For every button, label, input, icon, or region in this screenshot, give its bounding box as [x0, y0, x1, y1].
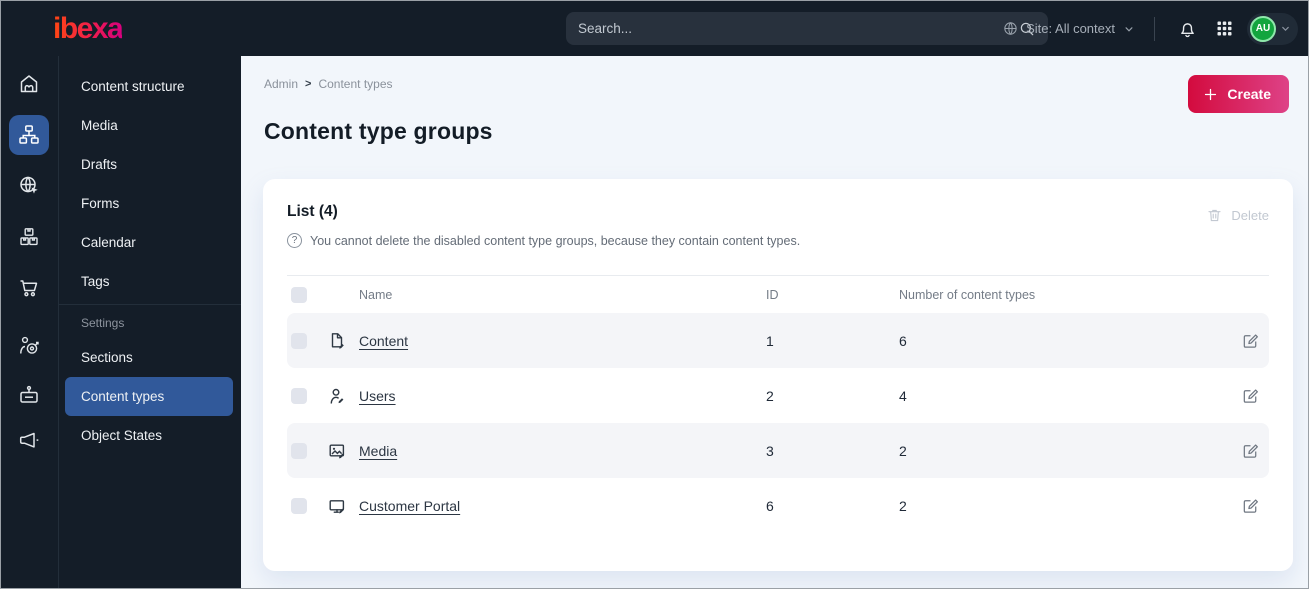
topbar-right-cluster: Site: All context AU	[1002, 1, 1298, 56]
group-id: 3	[766, 442, 774, 459]
site-context-selector[interactable]: Site: All context	[1002, 20, 1136, 37]
megaphone-icon[interactable]	[9, 421, 49, 461]
breadcrumb-admin[interactable]: Admin	[264, 77, 298, 91]
edit-row-button[interactable]	[1241, 441, 1261, 461]
global-search[interactable]	[566, 12, 1048, 45]
chevron-down-icon	[1122, 22, 1136, 36]
sidebar-item-content-types[interactable]: Content types	[65, 377, 233, 416]
sidebar-settings-label: Settings	[81, 316, 125, 330]
edit-row-button[interactable]	[1241, 386, 1261, 406]
group-id: 2	[766, 387, 774, 404]
breadcrumb-separator: >	[305, 78, 312, 90]
image-edit-icon	[327, 441, 347, 461]
content-type-groups-panel: List (4) Delete ? You cannot delete the …	[263, 179, 1293, 571]
product-boxes-icon[interactable]	[9, 217, 49, 257]
create-button[interactable]: Create	[1188, 75, 1289, 113]
group-id: 6	[766, 497, 774, 514]
row-checkbox[interactable]	[291, 332, 307, 349]
column-header-name: Name	[359, 287, 393, 302]
plus-icon	[1202, 86, 1219, 103]
app-window: ibexa Site: All context	[0, 0, 1309, 589]
table-row: Media 3 2	[287, 423, 1269, 478]
avatar: AU	[1250, 15, 1276, 42]
group-link-media[interactable]: Media	[359, 443, 397, 459]
search-input[interactable]	[578, 21, 1018, 36]
monitor-edit-icon	[327, 496, 347, 516]
site-globe-cursor-icon[interactable]	[9, 166, 49, 206]
sidebar-item-sections[interactable]: Sections	[59, 338, 241, 377]
app-grid-icon[interactable]	[1210, 15, 1238, 43]
group-link-customer-portal[interactable]: Customer Portal	[359, 498, 460, 514]
content-tree-icon[interactable]	[9, 115, 49, 155]
sidebar-item-object-states[interactable]: Object States	[59, 416, 241, 455]
row-checkbox[interactable]	[291, 387, 307, 404]
icon-rail	[1, 56, 58, 588]
notifications-bell-icon[interactable]	[1173, 15, 1201, 43]
group-count: 4	[899, 387, 907, 404]
list-heading: List (4)	[287, 203, 338, 220]
sidebar-menu: Content structure Media Drafts Forms Cal…	[58, 56, 241, 588]
site-selector-label: Site: All context	[1026, 21, 1115, 36]
sidebar-item-content-structure[interactable]: Content structure	[59, 67, 241, 106]
help-circle-icon: ?	[287, 233, 302, 248]
group-link-users[interactable]: Users	[359, 388, 396, 404]
sidebar-item-tags[interactable]: Tags	[59, 262, 241, 301]
topbar-divider	[1154, 16, 1155, 41]
sidebar-divider	[59, 304, 241, 305]
delete-button[interactable]: Delete	[1206, 207, 1269, 224]
group-count: 6	[899, 332, 907, 349]
top-bar: ibexa Site: All context	[1, 1, 1308, 56]
group-count: 2	[899, 442, 907, 459]
column-header-count: Number of content types	[899, 287, 1036, 302]
table-row: Customer Portal 6 2	[287, 478, 1269, 533]
breadcrumb: Admin > Content types	[264, 77, 393, 91]
user-menu[interactable]: AU	[1247, 12, 1298, 45]
pinboard-icon[interactable]	[9, 375, 49, 415]
personalization-target-icon[interactable]	[9, 326, 49, 366]
trash-icon	[1206, 207, 1223, 224]
info-text: You cannot delete the disabled content t…	[310, 233, 801, 248]
chevron-down-icon	[1279, 22, 1292, 35]
group-count: 2	[899, 497, 907, 514]
table-row: Content 1 6	[287, 313, 1269, 368]
content-type-groups-table: Name ID Number of content types Content …	[287, 275, 1269, 533]
row-checkbox[interactable]	[291, 497, 307, 514]
sidebar-item-forms[interactable]: Forms	[59, 184, 241, 223]
edit-row-button[interactable]	[1241, 496, 1261, 516]
shopping-cart-icon[interactable]	[9, 268, 49, 308]
column-header-id: ID	[766, 287, 779, 302]
table-header-row: Name ID Number of content types	[287, 275, 1269, 313]
row-checkbox[interactable]	[291, 442, 307, 459]
table-row: Users 2 4	[287, 368, 1269, 423]
globe-icon	[1002, 20, 1019, 37]
file-edit-icon	[327, 331, 347, 351]
edit-row-button[interactable]	[1241, 331, 1261, 351]
sidebar-item-media[interactable]: Media	[59, 106, 241, 145]
breadcrumb-content-types: Content types	[318, 77, 393, 91]
delete-button-label: Delete	[1231, 208, 1269, 223]
group-link-content[interactable]: Content	[359, 333, 408, 349]
page-title: Content type groups	[264, 118, 493, 144]
info-line: ? You cannot delete the disabled content…	[287, 233, 1269, 248]
create-button-label: Create	[1227, 86, 1271, 102]
ibexa-logo: ibexa	[53, 11, 124, 45]
group-id: 1	[766, 332, 774, 349]
user-edit-icon	[327, 386, 347, 406]
home-icon[interactable]	[9, 64, 49, 104]
sidebar-item-calendar[interactable]: Calendar	[59, 223, 241, 262]
sidebar-item-drafts[interactable]: Drafts	[59, 145, 241, 184]
select-all-checkbox[interactable]	[291, 286, 307, 303]
main-content: Admin > Content types Create Content typ…	[241, 56, 1308, 588]
